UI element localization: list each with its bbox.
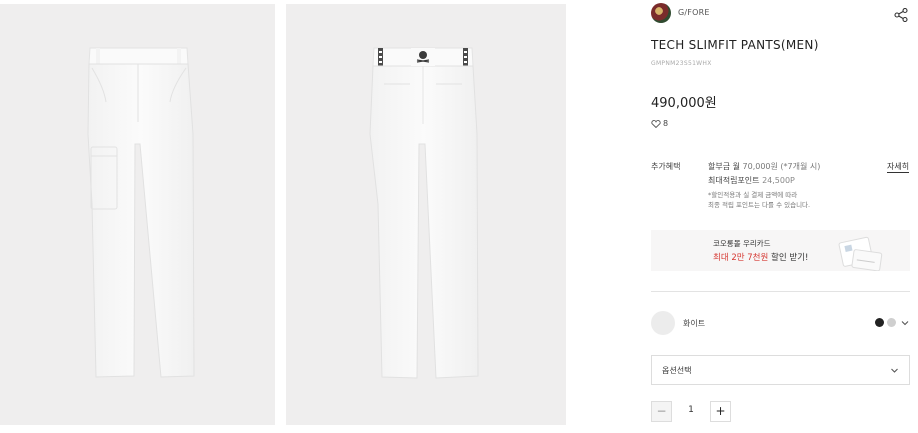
points-note-1: *할인적용과 실 결제 금액에 따라 [708, 191, 798, 199]
benefit-list: 할부금 월 70,000원 (*7개월 시) 최대적립포인트 24,500P *… [708, 161, 888, 210]
color-name: 화이트 [683, 319, 706, 328]
wish-count-value: 8 [663, 119, 669, 128]
chevron-down-icon[interactable] [901, 319, 909, 327]
product-price: 490,000원 [651, 96, 717, 111]
brand-avatar[interactable] [651, 3, 671, 23]
installment-prefix: 할부금 월 [708, 162, 743, 171]
product-image-front[interactable] [0, 4, 275, 425]
quantity-decrease-button[interactable]: − [651, 401, 672, 422]
benefit-detail-link[interactable]: 자세히 [887, 161, 910, 173]
section-divider [651, 291, 910, 292]
points-info: 최대적립포인트 24,500P [708, 175, 888, 187]
color-swatch-selected[interactable] [651, 311, 675, 335]
product-title: TECH SLIMFIT PANTS(MEN) [651, 38, 819, 52]
wish-count[interactable]: 8 [651, 119, 668, 128]
quantity-value[interactable]: 1 [685, 405, 697, 415]
installment-amount: 70,000원 (*7개월 시) [742, 162, 821, 171]
points-label: 최대적립포인트 [708, 176, 763, 185]
card-promo-rest: 할인 받기! [768, 253, 809, 263]
pants-front-illustration [87, 47, 195, 378]
points-value: 24,500P [762, 176, 795, 185]
brand-name[interactable]: G/FORE [678, 8, 710, 17]
card-promo-title: 코오롱몰 우리카드 [713, 239, 771, 248]
color-option-grey[interactable] [887, 318, 896, 327]
product-info-panel: G/FORE TECH SLIMFIT PANTS(MEN) GMPNM23S5… [651, 0, 918, 433]
quantity-stepper: − 1 + [651, 401, 731, 422]
color-option-black[interactable] [875, 318, 884, 327]
card-promo-highlight: 최대 2만 7천원 [713, 253, 769, 263]
pants-back-illustration [369, 47, 479, 379]
card-promo-banner[interactable]: 코오롱몰 우리카드 최대 2만 7천원 할인 받기! [651, 230, 910, 271]
credit-card-image [838, 236, 883, 271]
chevron-down-icon [891, 368, 898, 373]
share-icon[interactable] [894, 8, 908, 22]
quantity-increase-button[interactable]: + [710, 401, 731, 422]
points-note-2: 최종 적립 포인트는 다를 수 있습니다. [708, 201, 811, 209]
option-select[interactable]: 옵션선택 [651, 355, 910, 385]
brand-row[interactable]: G/FORE [651, 3, 911, 23]
heart-icon[interactable] [651, 119, 661, 128]
color-options[interactable] [875, 318, 909, 327]
installment-info: 할부금 월 70,000원 (*7개월 시) [708, 161, 888, 173]
option-select-label: 옵션선택 [662, 366, 692, 375]
product-code: GMPNM23S51WHX [651, 60, 712, 67]
benefit-label: 추가혜택 [651, 162, 681, 171]
card-promo-text: 최대 2만 7천원 할인 받기! [713, 251, 808, 263]
product-image-back[interactable] [286, 4, 566, 425]
